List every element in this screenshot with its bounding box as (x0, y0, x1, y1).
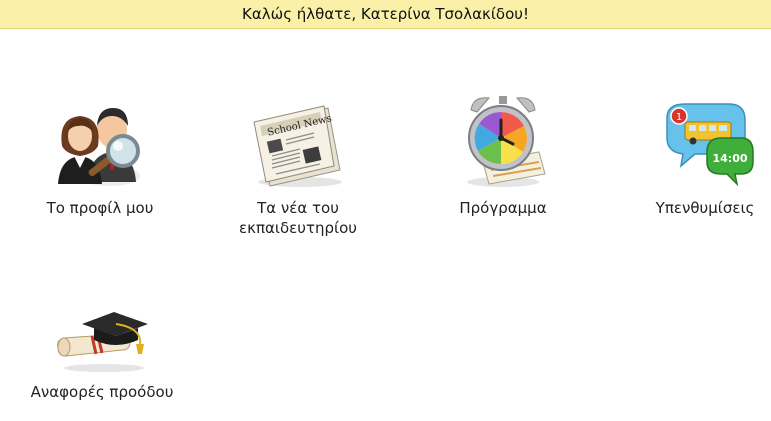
alarm-clock-icon (467, 96, 546, 187)
reminder-time: 14:00 (712, 152, 747, 165)
menu-item-reminders[interactable]: 1 14:00 Υπενθυμίσεις (620, 96, 771, 218)
menu-label-reminders: Υπενθυμίσεις (655, 199, 755, 217)
menu-item-schedule[interactable]: Πρόγραμμα (418, 92, 588, 218)
welcome-text: Καλώς ήλθατε, Κατερίνα Τσολακίδου! (242, 5, 529, 23)
menu-label-schedule: Πρόγραμμα (459, 199, 547, 217)
graduation-cap-diploma-icon (57, 312, 148, 372)
menu-item-reports[interactable]: Αναφορές προόδου (17, 310, 187, 402)
menu-label-profile: Το προφίλ μου (46, 199, 154, 217)
profile-search-icon (58, 108, 140, 186)
menu-label-reports: Αναφορές προόδου (30, 383, 174, 401)
menu-item-profile[interactable]: Το προφίλ μου (15, 96, 185, 218)
welcome-bar: Καλώς ήλθατε, Κατερίνα Τσολακίδου! (0, 0, 771, 29)
newspaper-icon: School News (253, 105, 342, 187)
menu-item-news[interactable]: School News Τα νέα του εκπαιδευτηρίου (213, 96, 383, 238)
reminder-badge: 1 (676, 112, 682, 123)
reminder-bubbles-icon: 1 14:00 (666, 103, 754, 187)
menu-label-news: Τα νέα του εκπαιδευτηρίου (239, 199, 357, 237)
